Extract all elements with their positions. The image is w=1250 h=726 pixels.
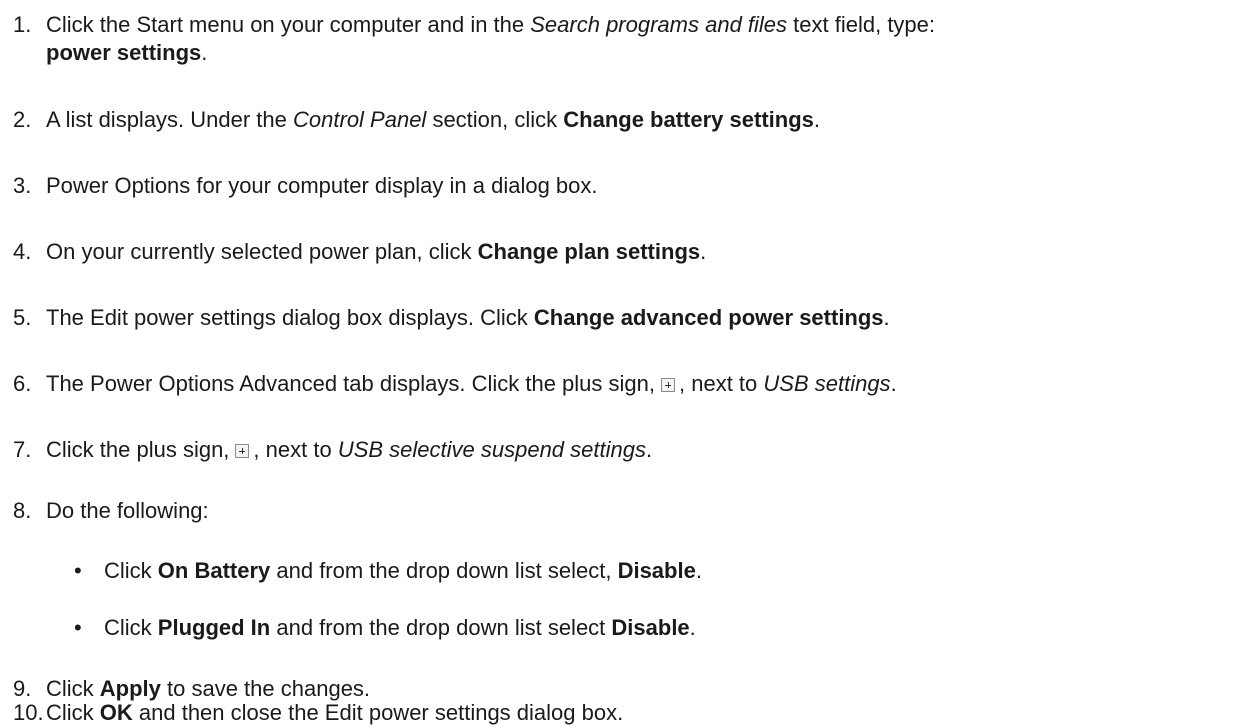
step-number: 5. bbox=[13, 305, 32, 330]
typed-text: power settings bbox=[46, 40, 202, 65]
step-text: Click the Start menu on your computer an… bbox=[46, 12, 531, 37]
step-number: 9. bbox=[13, 676, 32, 701]
step-9: 9. Click Apply to save the changes. bbox=[0, 676, 370, 702]
step-1-continued: power settings. bbox=[46, 40, 208, 65]
plus-sign-icon bbox=[661, 378, 675, 392]
step-number: 4. bbox=[13, 239, 32, 264]
step-text: text field, type: bbox=[787, 12, 936, 37]
step-number: 2. bbox=[13, 107, 32, 132]
link-label: Change battery settings bbox=[563, 107, 814, 132]
step-2: 2. A list displays. Under the Control Pan… bbox=[0, 107, 820, 133]
step-4: 4. On your currently selected power plan,… bbox=[0, 239, 706, 265]
link-label: Change advanced power settings bbox=[533, 305, 884, 330]
step-10: 10. Click OK and then close the Edit powe… bbox=[0, 700, 623, 726]
step-7: 7. Click the plus sign,, next to USB sele… bbox=[0, 437, 652, 463]
step-number: 6. bbox=[13, 371, 32, 396]
button-label: Apply bbox=[99, 676, 161, 701]
step-number: 8. bbox=[13, 498, 32, 523]
bullet-item: • Click Plugged In and from the drop down… bbox=[0, 615, 696, 641]
step-5: 5. The Edit power settings dialog box dis… bbox=[0, 305, 890, 331]
section-name: Control Panel bbox=[293, 107, 427, 132]
step-number: 10. bbox=[13, 700, 44, 725]
field-name: Search programs and files bbox=[530, 12, 788, 37]
link-label: Change plan settings bbox=[477, 239, 701, 264]
step-number: 1. bbox=[13, 12, 32, 37]
plus-sign-icon bbox=[235, 444, 250, 458]
setting-name: USB selective suspend settings bbox=[337, 437, 646, 462]
step-8: 8. Do the following: bbox=[0, 498, 209, 524]
step-number: 3. bbox=[13, 173, 32, 198]
step-6: 6. The Power Options Advanced tab display… bbox=[0, 371, 897, 397]
step-1: 1. Click the Start menu on your computer … bbox=[0, 12, 935, 38]
button-label: OK bbox=[99, 700, 133, 725]
bullet-mark: • bbox=[74, 615, 82, 640]
option-value: Disable bbox=[611, 615, 690, 640]
step-3: 3. Power Options for your computer displa… bbox=[0, 173, 598, 199]
option-value: Disable bbox=[617, 558, 696, 583]
instruction-list: 1. Click the Start menu on your computer … bbox=[0, 0, 1250, 725]
option-label: Plugged In bbox=[157, 615, 271, 640]
option-label: On Battery bbox=[157, 558, 271, 583]
setting-name: USB settings bbox=[763, 371, 891, 396]
bullet-mark: • bbox=[74, 558, 82, 583]
step-number: 7. bbox=[13, 437, 32, 462]
bullet-item: • Click On Battery and from the drop down… bbox=[0, 558, 702, 584]
